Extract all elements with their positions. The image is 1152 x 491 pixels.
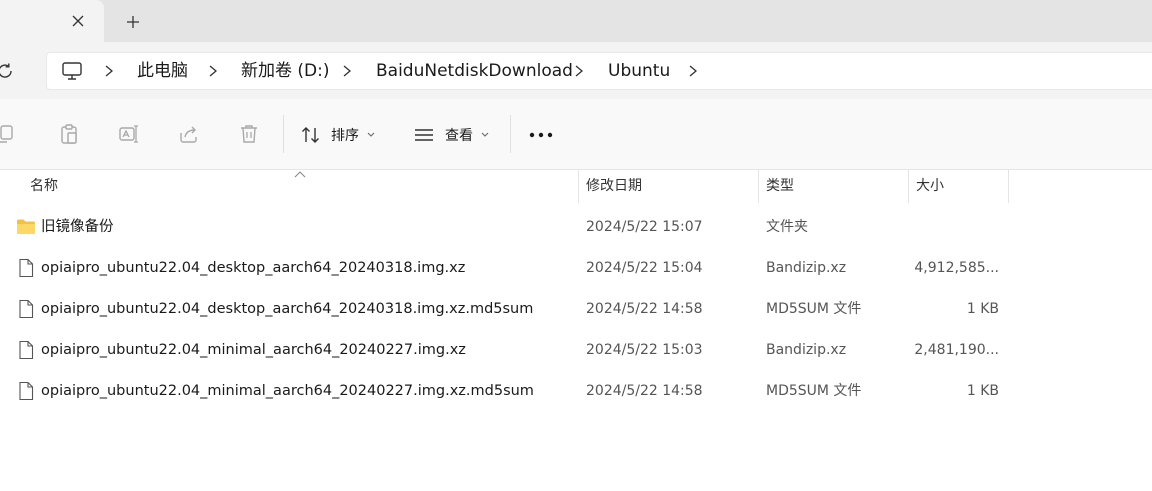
tab-strip	[0, 0, 1152, 42]
chevron-down-icon	[481, 132, 489, 137]
breadcrumb-baidunetdiskdownload[interactable]: BaiduNetdiskDownload	[376, 61, 573, 81]
file-size	[908, 207, 999, 248]
refresh-button[interactable]	[0, 60, 16, 82]
breadcrumb-drive-d[interactable]: 新加卷 (D:)	[241, 61, 330, 81]
file-modified: 2024/5/22 15:07	[586, 219, 703, 235]
file-type: 文件夹	[766, 219, 808, 235]
view-button[interactable]: 查看	[413, 120, 489, 150]
file-modified: 2024/5/22 15:04	[586, 260, 703, 276]
copy-icon[interactable]	[0, 123, 16, 145]
file-type: MD5SUM 文件	[766, 301, 862, 317]
share-icon[interactable]	[178, 123, 200, 145]
file-size: 2,481,190...	[914, 342, 999, 358]
chevron-right-icon[interactable]	[207, 64, 219, 78]
file-icon	[19, 340, 34, 360]
file-row-folder[interactable]: 旧镜像备份 2024/5/22 15:07 文件夹	[0, 207, 1152, 248]
file-icon	[19, 381, 34, 401]
file-modified: 2024/5/22 14:58	[586, 301, 703, 317]
sort-ascending-icon	[294, 171, 306, 178]
column-headers: 名称 修改日期 类型 大小	[0, 170, 1152, 203]
file-modified: 2024/5/22 14:58	[586, 383, 703, 399]
file-row[interactable]: opiaipro_ubuntu22.04_desktop_aarch64_202…	[0, 248, 1152, 289]
more-options-button[interactable]	[527, 123, 555, 147]
file-icon	[19, 299, 34, 319]
address-bar[interactable]: 此电脑 新加卷 (D:) BaiduNetdiskDownload Ubuntu	[46, 52, 1152, 90]
this-pc-icon[interactable]	[61, 61, 83, 81]
file-row[interactable]: opiaipro_ubuntu22.04_minimal_aarch64_202…	[0, 371, 1152, 412]
sort-icon	[302, 127, 319, 143]
sort-label: 排序	[331, 128, 359, 144]
navigation-row: 此电脑 新加卷 (D:) BaiduNetdiskDownload Ubuntu	[0, 42, 1152, 99]
column-separator[interactable]	[578, 170, 579, 203]
file-name[interactable]: opiaipro_ubuntu22.04_desktop_aarch64_202…	[41, 289, 533, 330]
view-label: 查看	[445, 128, 473, 144]
file-modified: 2024/5/22 15:03	[586, 342, 703, 358]
sort-button[interactable]: 排序	[301, 120, 375, 150]
file-size: 1 KB	[966, 383, 999, 399]
column-separator[interactable]	[1008, 170, 1009, 203]
file-icon	[19, 258, 34, 278]
refresh-icon	[0, 63, 12, 78]
file-type: Bandizip.xz	[766, 260, 847, 276]
chevron-down-icon	[367, 132, 375, 137]
breadcrumb-this-pc[interactable]: 此电脑	[137, 61, 188, 81]
file-type: MD5SUM 文件	[766, 383, 862, 399]
file-name[interactable]: opiaipro_ubuntu22.04_minimal_aarch64_202…	[41, 371, 534, 412]
column-separator[interactable]	[758, 170, 759, 203]
file-row[interactable]: opiaipro_ubuntu22.04_minimal_aarch64_202…	[0, 330, 1152, 371]
file-explorer-window: 此电脑 新加卷 (D:) BaiduNetdiskDownload Ubuntu	[0, 0, 1152, 491]
new-tab-button[interactable]	[120, 9, 146, 35]
file-type: Bandizip.xz	[766, 342, 847, 358]
close-icon	[72, 15, 84, 27]
file-size: 4,912,585...	[914, 260, 999, 276]
chevron-right-icon[interactable]	[341, 64, 353, 78]
column-header-size[interactable]: 大小	[916, 170, 944, 203]
chevron-right-icon[interactable]	[687, 64, 699, 78]
file-name[interactable]: opiaipro_ubuntu22.04_minimal_aarch64_202…	[41, 330, 466, 371]
toolbar-divider	[510, 115, 511, 153]
close-tab-button[interactable]	[66, 9, 90, 33]
column-header-modified[interactable]: 修改日期	[586, 170, 642, 203]
toolbar-divider	[283, 115, 284, 153]
file-name[interactable]: 旧镜像备份	[41, 207, 114, 248]
more-icon	[529, 132, 553, 138]
chevron-right-icon[interactable]	[103, 64, 115, 78]
file-size: 1 KB	[966, 301, 999, 317]
paste-icon[interactable]	[58, 123, 80, 145]
folder-icon	[17, 219, 35, 234]
column-header-type[interactable]: 类型	[766, 170, 794, 203]
active-tab[interactable]	[0, 0, 104, 42]
rename-icon[interactable]	[118, 123, 140, 145]
column-separator[interactable]	[908, 170, 909, 203]
delete-icon[interactable]	[238, 123, 260, 145]
view-list-icon	[415, 129, 433, 141]
plus-icon	[127, 16, 139, 28]
file-name[interactable]: opiaipro_ubuntu22.04_desktop_aarch64_202…	[41, 248, 465, 289]
command-bar: 排序 查看	[0, 99, 1152, 170]
chevron-right-icon[interactable]	[573, 64, 585, 78]
column-header-name[interactable]: 名称	[30, 170, 58, 203]
file-row[interactable]: opiaipro_ubuntu22.04_desktop_aarch64_202…	[0, 289, 1152, 330]
breadcrumb-ubuntu[interactable]: Ubuntu	[608, 61, 670, 81]
